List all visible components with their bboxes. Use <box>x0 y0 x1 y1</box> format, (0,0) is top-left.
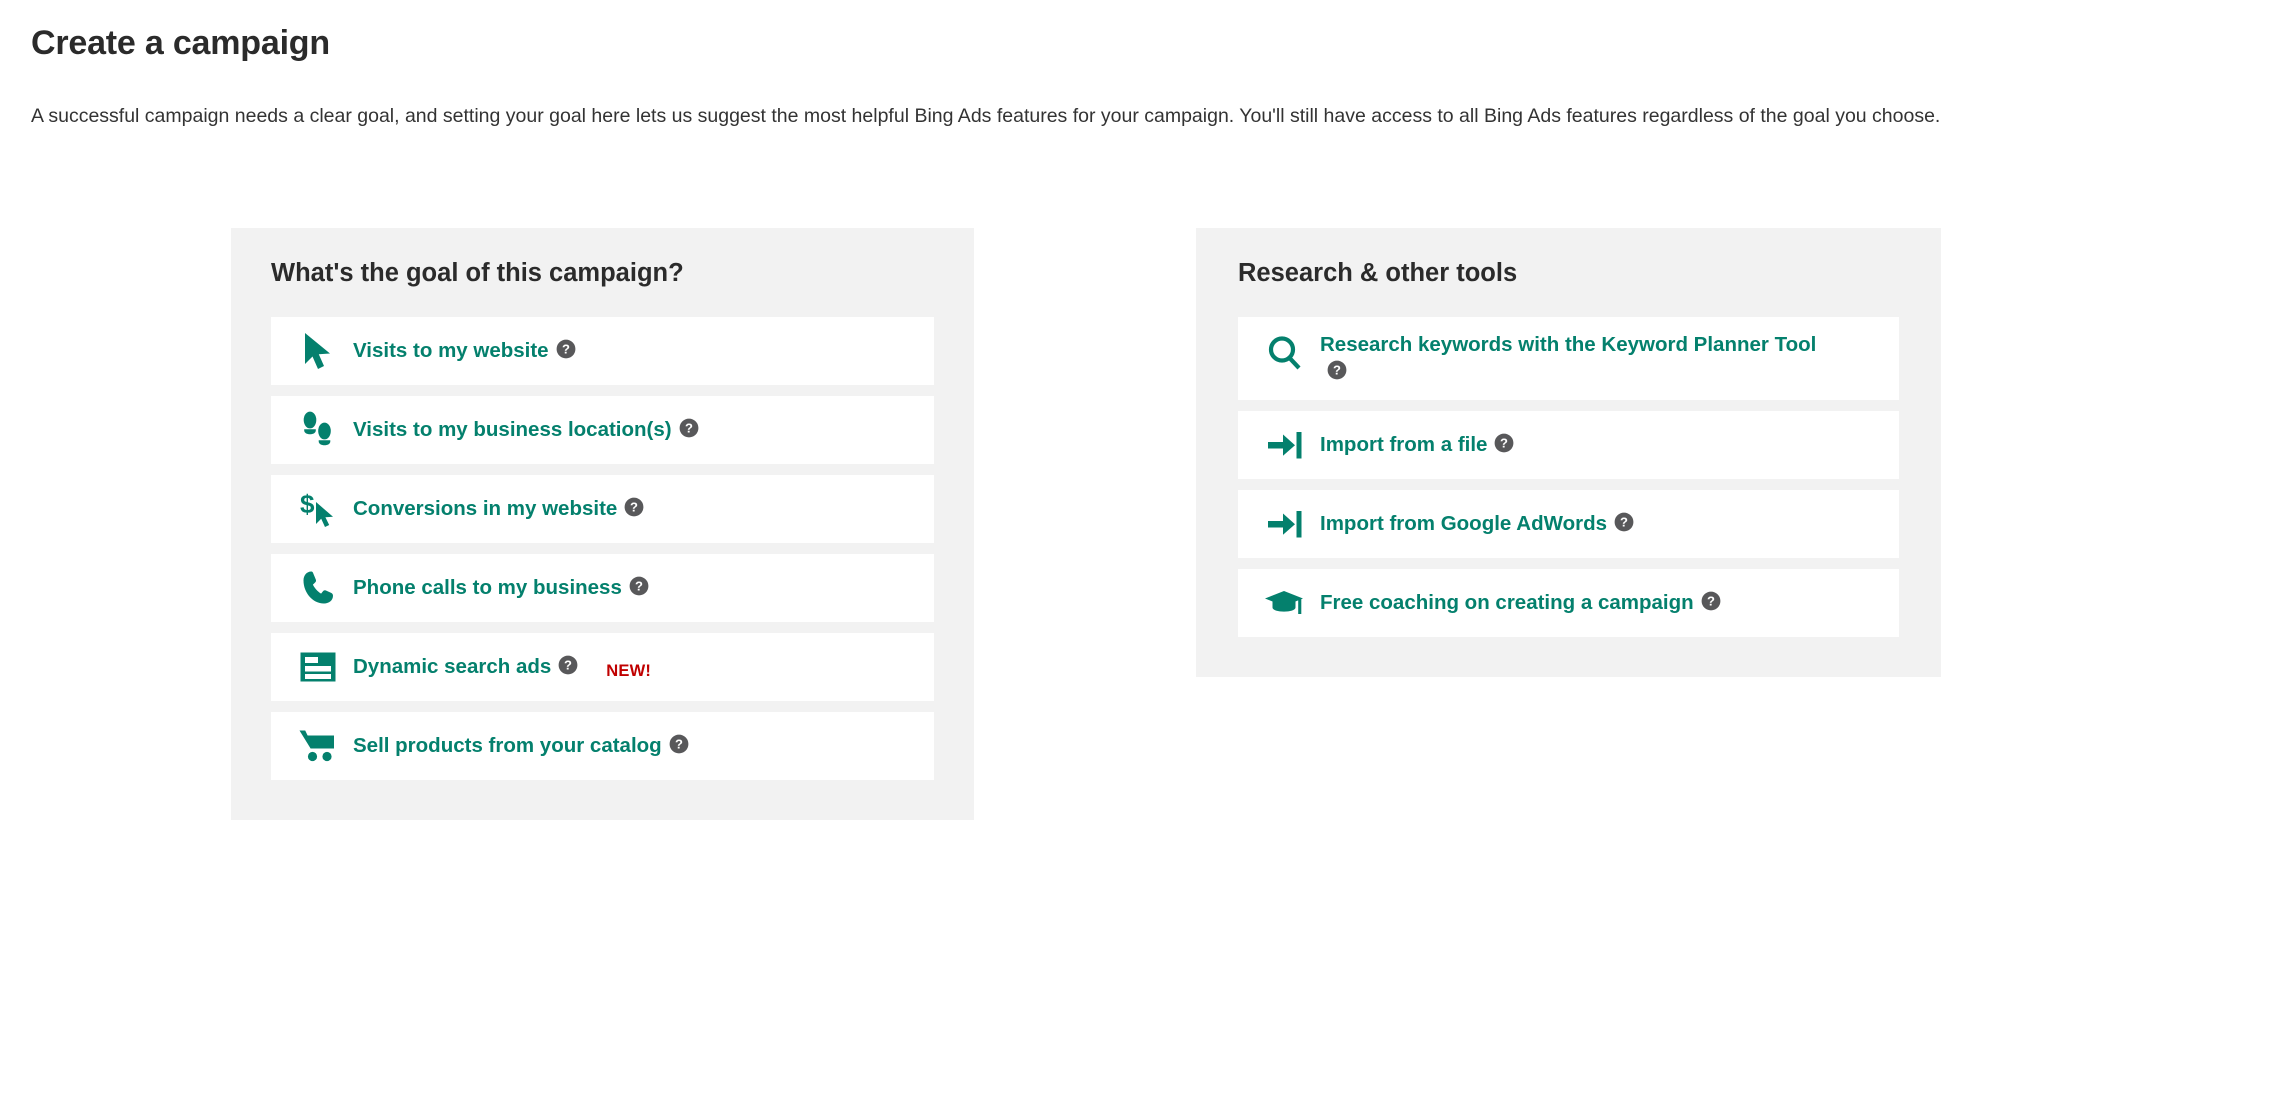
goal-option-label: Visits to my website <box>353 338 549 362</box>
goal-option-visits-to-my-business-locations[interactable]: Visits to my business location(s)? <box>271 395 934 464</box>
help-icon[interactable]: ? <box>624 497 644 517</box>
help-icon[interactable]: ? <box>629 576 649 596</box>
svg-text:?: ? <box>1333 363 1341 378</box>
tool-option-label-wrap: Import from a file? <box>1320 431 1514 459</box>
help-icon[interactable]: ? <box>1614 512 1634 532</box>
goal-option-label-wrap: Phone calls to my business? <box>353 574 649 602</box>
shopping-cart-icon <box>297 725 339 767</box>
svg-text:?: ? <box>562 341 570 356</box>
goal-option-body: Visits to my website? <box>353 337 918 365</box>
browser-window-icon <box>297 646 339 688</box>
svg-text:?: ? <box>564 657 572 672</box>
tool-option-label: Import from Google AdWords <box>1320 512 1607 536</box>
goal-option-label: Dynamic search ads <box>353 654 552 678</box>
goal-option-phone-calls-to-my-business[interactable]: Phone calls to my business? <box>271 553 934 622</box>
tool-option-import-from-google-adwords[interactable]: Import from Google AdWords? <box>1238 489 1899 558</box>
goals-panel-title: What's the goal of this campaign? <box>271 259 684 287</box>
svg-text:?: ? <box>635 578 643 593</box>
svg-text:?: ? <box>630 499 638 514</box>
tool-option-label-wrap: Research keywords with the Keyword Plann… <box>1320 331 1830 386</box>
tool-option-body: Free coaching on creating a campaign? <box>1320 589 1883 617</box>
tool-option-label-wrap: Free coaching on creating a campaign? <box>1320 589 1721 617</box>
help-icon[interactable]: ? <box>1701 591 1721 611</box>
svg-text:?: ? <box>685 420 693 435</box>
goal-option-body: Sell products from your catalog? <box>353 732 918 760</box>
goal-option-label-wrap: Conversions in my website? <box>353 495 644 523</box>
goal-option-conversions-in-my-website[interactable]: $ Conversions in my website? <box>271 474 934 543</box>
goal-option-label-wrap: Visits to my website? <box>353 337 576 365</box>
goal-option-label: Phone calls to my business <box>353 575 622 599</box>
goal-option-body: Dynamic search ads? NEW! <box>353 652 918 681</box>
goal-option-label-wrap: Dynamic search ads? <box>353 653 578 681</box>
help-icon[interactable]: ? <box>1327 360 1347 380</box>
goal-option-label-wrap: Visits to my business location(s)? <box>353 416 699 444</box>
tool-option-body: Import from a file? <box>1320 431 1883 459</box>
help-icon[interactable]: ? <box>556 339 576 359</box>
help-icon[interactable]: ? <box>679 418 699 438</box>
page-title: Create a campaign <box>31 24 330 62</box>
goal-option-body: Phone calls to my business? <box>353 574 918 602</box>
tool-option-research-keywords[interactable]: Research keywords with the Keyword Plann… <box>1238 316 1899 400</box>
tool-option-label: Research keywords with the Keyword Plann… <box>1320 332 1817 356</box>
tool-option-free-coaching[interactable]: Free coaching on creating a campaign? <box>1238 568 1899 637</box>
help-icon[interactable]: ? <box>1494 433 1514 453</box>
svg-text:$: $ <box>300 489 315 519</box>
svg-text:?: ? <box>675 736 683 751</box>
goal-option-label: Sell products from your catalog <box>353 733 662 757</box>
cursor-arrow-icon <box>297 330 339 372</box>
tools-panel-title: Research & other tools <box>1238 259 1518 287</box>
tool-option-label-wrap: Import from Google AdWords? <box>1320 510 1634 538</box>
svg-text:?: ? <box>1620 515 1628 530</box>
footprints-icon <box>297 409 339 451</box>
import-arrow-icon <box>1264 424 1306 466</box>
goal-option-dynamic-search-ads[interactable]: Dynamic search ads? NEW! <box>271 632 934 701</box>
help-icon[interactable]: ? <box>669 734 689 754</box>
goal-option-label-wrap: Sell products from your catalog? <box>353 732 689 760</box>
goal-option-label: Visits to my business location(s) <box>353 417 672 441</box>
goal-option-visits-to-my-website[interactable]: Visits to my website? <box>271 316 934 385</box>
tool-option-body: Research keywords with the Keyword Plann… <box>1320 331 1883 386</box>
page-description: A successful campaign needs a clear goal… <box>31 104 1941 127</box>
tool-option-body: Import from Google AdWords? <box>1320 510 1883 538</box>
svg-text:?: ? <box>1500 436 1508 451</box>
goal-option-body: Visits to my business location(s)? <box>353 416 918 444</box>
goal-option-label: Conversions in my website <box>353 496 618 520</box>
goal-option-sell-products-from-your-catalog[interactable]: Sell products from your catalog? <box>271 711 934 780</box>
dollar-cursor-icon: $ <box>297 488 339 530</box>
tool-option-label: Free coaching on creating a campaign <box>1320 591 1694 615</box>
svg-text:?: ? <box>1707 594 1715 609</box>
import-arrow-icon <box>1264 503 1306 545</box>
research-tools-panel: Research & other tools Research keywords… <box>1196 228 1941 677</box>
new-badge: NEW! <box>606 662 652 681</box>
page-header: Create a campaign A successful campaign … <box>0 0 2294 131</box>
help-icon[interactable]: ? <box>558 655 578 675</box>
graduation-cap-icon <box>1264 582 1306 624</box>
tool-option-import-from-a-file[interactable]: Import from a file? <box>1238 410 1899 479</box>
goal-option-body: Conversions in my website? <box>353 495 918 523</box>
tool-option-label: Import from a file <box>1320 433 1488 457</box>
magnifier-icon <box>1264 333 1306 375</box>
phone-icon <box>297 567 339 609</box>
campaign-goals-panel: What's the goal of this campaign? Visits… <box>231 228 974 820</box>
